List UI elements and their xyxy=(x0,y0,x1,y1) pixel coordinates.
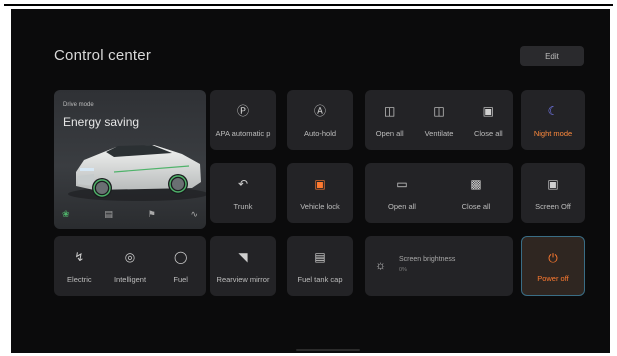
window-open-icon: ◫ xyxy=(383,104,396,118)
rearview-mirror-tile[interactable]: ◥ Rearview mirror xyxy=(210,236,276,296)
auto-hold-icon: Ⓐ xyxy=(313,104,326,118)
auto-hold-label: Auto-hold xyxy=(303,129,337,138)
window-close-icon: ▣ xyxy=(482,104,494,118)
car-icon[interactable]: ▤ xyxy=(104,209,113,220)
intelligent-label: Intelligent xyxy=(113,275,147,284)
moon-icon: ☾ xyxy=(547,104,559,118)
mirror-icon: ◥ xyxy=(238,250,248,264)
lock-icon: ▣ xyxy=(314,177,326,191)
fuel-drop-icon: ◯ xyxy=(173,250,188,264)
intelligent-button[interactable]: ◎ Intelligent xyxy=(105,236,156,296)
screen-icon: ▣ xyxy=(547,177,559,191)
screen-off-label: Screen Off xyxy=(535,202,571,211)
fuel-label: Fuel xyxy=(173,275,188,284)
apa-parking-label: APA automatic p xyxy=(215,129,271,138)
edit-button[interactable]: Edit xyxy=(520,46,584,66)
night-mode-tile[interactable]: ☾ Night mode xyxy=(521,90,585,150)
vehicle-lock-tile[interactable]: ▣ Vehicle lock xyxy=(287,163,353,223)
windows-open-all-label: Open all xyxy=(375,129,404,138)
sunshade-close-all-label: Close all xyxy=(461,202,491,211)
power-off-label: Power off xyxy=(537,274,569,283)
vehicle-lock-label: Vehicle lock xyxy=(300,202,340,211)
sunshade-open-all-button[interactable]: ▭ Open all xyxy=(365,163,439,223)
trunk-label: Trunk xyxy=(233,202,253,211)
auto-hold-tile[interactable]: Ⓐ Auto-hold xyxy=(287,90,353,150)
page-title: Control center xyxy=(54,47,152,64)
electric-button[interactable]: ↯ Electric xyxy=(54,236,105,296)
fuel-button[interactable]: ◯ Fuel xyxy=(155,236,206,296)
intelligent-icon: ◎ xyxy=(124,250,136,264)
windows-ventilate-button[interactable]: ◫ Ventilate xyxy=(414,90,463,150)
windows-ventilate-label: Ventilate xyxy=(424,129,454,138)
windows-tile: ◫ Open all ◫ Ventilate ▣ Close all xyxy=(365,90,513,150)
fuel-pump-icon: ▤ xyxy=(314,250,326,264)
sunshade-open-icon: ▭ xyxy=(396,177,408,191)
sunshade-close-all-button[interactable]: ▩ Close all xyxy=(439,163,513,223)
sunshade-open-all-label: Open all xyxy=(388,202,416,211)
apa-parking-tile[interactable]: Ⓟ APA automatic p xyxy=(210,90,276,150)
fuel-tank-cap-tile[interactable]: ▤ Fuel tank cap xyxy=(287,236,353,296)
route-icon[interactable]: ∿ xyxy=(190,209,198,220)
sun-icon: ☼ xyxy=(375,258,386,272)
night-mode-label: Night mode xyxy=(533,129,573,138)
fuel-tank-cap-label: Fuel tank cap xyxy=(297,275,343,284)
trunk-tile[interactable]: ↶ Trunk xyxy=(210,163,276,223)
sunshade-tile: ▭ Open all ▩ Close all xyxy=(365,163,513,223)
windows-open-all-button[interactable]: ◫ Open all xyxy=(365,90,414,150)
drive-mode-card[interactable]: Drive mode Energy saving ❀ ▤ ⚑ ∿ xyxy=(54,90,206,229)
window-ventilate-icon: ◫ xyxy=(433,104,445,118)
windows-close-all-button[interactable]: ▣ Close all xyxy=(464,90,513,150)
sport-icon[interactable]: ⚑ xyxy=(148,209,156,220)
sunshade-close-icon: ▩ xyxy=(470,177,482,191)
energy-mode-tile: ↯ Electric ◎ Intelligent ◯ Fuel xyxy=(54,236,206,296)
screen-brightness-slider[interactable]: ☼ Screen brightness 0% xyxy=(365,236,513,296)
control-center-screen: Control center Edit Drive mode Energy sa… xyxy=(11,9,610,353)
rearview-mirror-label: Rearview mirror xyxy=(216,275,270,284)
leaf-icon[interactable]: ❀ xyxy=(62,209,70,220)
screen-off-tile[interactable]: ▣ Screen Off xyxy=(521,163,585,223)
screen-brightness-label: Screen brightness xyxy=(399,256,456,263)
power-off-tile[interactable]: ⏻ Power off xyxy=(521,236,585,296)
electric-label: Electric xyxy=(67,275,92,284)
trunk-icon: ↶ xyxy=(237,177,249,191)
home-indicator[interactable] xyxy=(296,349,360,351)
screen-brightness-value: 0% xyxy=(399,267,407,273)
power-icon: ⏻ xyxy=(548,251,558,265)
apa-parking-icon: Ⓟ xyxy=(236,104,249,118)
lightning-icon: ↯ xyxy=(74,250,85,264)
windows-close-all-label: Close all xyxy=(473,129,503,138)
window-top-border xyxy=(4,4,613,6)
